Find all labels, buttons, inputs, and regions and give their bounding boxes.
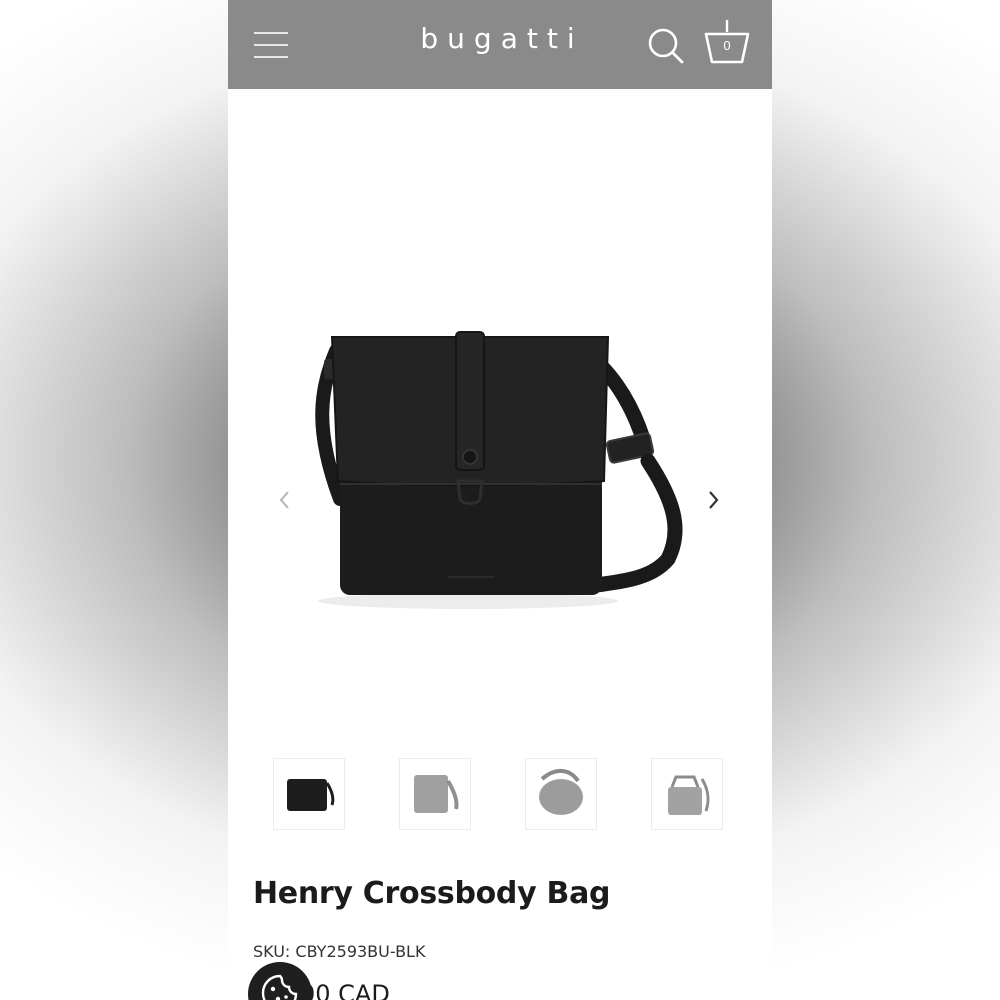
phone-screen: bugatti 0 Henry Crossbody Bag SKU: CBY25… <box>228 0 772 1000</box>
hamburger-menu-icon[interactable] <box>254 30 290 60</box>
thumbnail-strip <box>273 758 733 830</box>
site-header: bugatti 0 <box>228 0 772 89</box>
cart-button[interactable]: 0 <box>702 18 752 66</box>
brand-logo[interactable]: bugatti <box>400 22 604 55</box>
cookie-icon <box>261 974 298 1000</box>
thumbnail-back[interactable] <box>399 758 471 830</box>
chevron-left-icon[interactable] <box>270 485 300 515</box>
thumbnail-side[interactable] <box>525 758 597 830</box>
thumbnail-open[interactable] <box>651 758 723 830</box>
product-sku: SKU: CBY2593BU-BLK <box>253 942 426 961</box>
cookie-settings-button[interactable] <box>248 962 312 1000</box>
chevron-right-icon[interactable] <box>698 485 728 515</box>
product-price: 00 CAD <box>300 980 390 1000</box>
product-main-image[interactable] <box>228 89 772 739</box>
cart-count: 0 <box>723 38 731 53</box>
search-icon[interactable] <box>646 26 686 66</box>
thumbnail-front[interactable] <box>273 758 345 830</box>
product-title: Henry Crossbody Bag <box>253 876 611 911</box>
